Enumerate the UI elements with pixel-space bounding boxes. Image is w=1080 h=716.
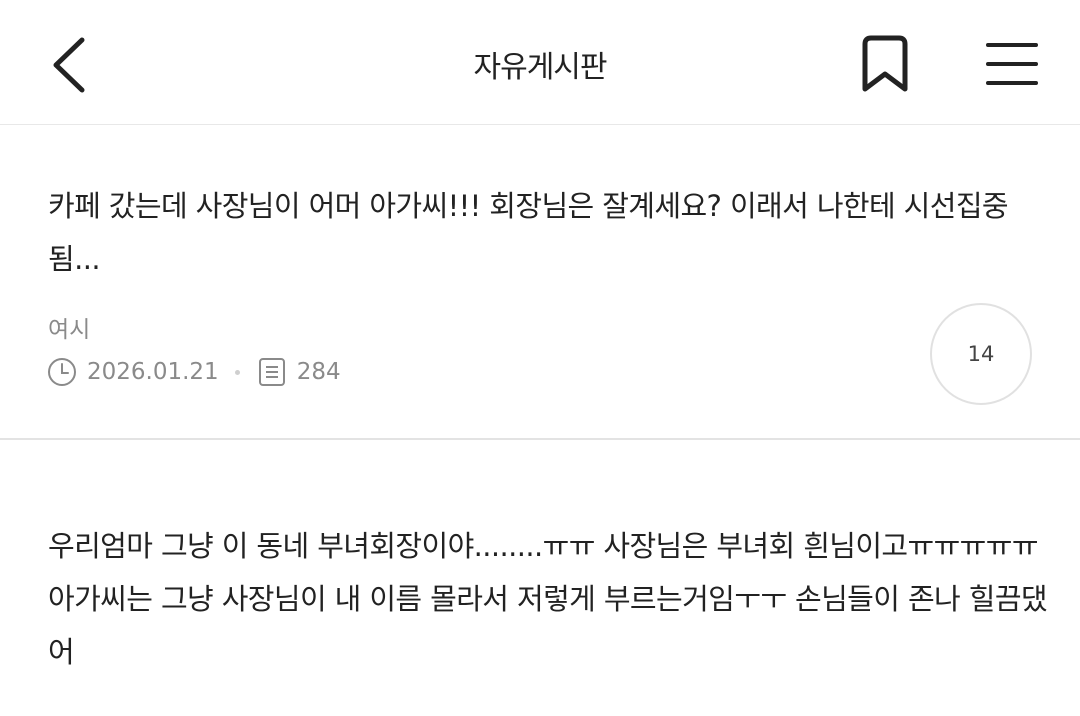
page-title: 자유게시판 xyxy=(473,50,608,85)
post-author: 여시 xyxy=(48,317,91,343)
comment-count-badge[interactable]: 14 xyxy=(930,303,1032,405)
view-count: 284 xyxy=(296,359,341,385)
post-item[interactable]: 카페 갔는데 사장님이 어머 아가씨!!! 회장님은 잘계세요? 이래서 나한테… xyxy=(0,126,1080,440)
clock-icon xyxy=(46,356,78,388)
separator-dot xyxy=(234,369,240,375)
bookmark-icon xyxy=(862,35,908,92)
post-date: 2026.01.21 xyxy=(87,359,219,385)
post-body: 카페 갔는데 사장님이 어머 아가씨!!! 회장님은 잘계세요? 이래서 나한테… xyxy=(48,189,1009,276)
hamburger-menu-icon xyxy=(986,43,1038,85)
post-meta: 2026.01.21 284 xyxy=(46,354,341,390)
top-app-bar: 자유게시판 xyxy=(0,0,1080,125)
document-icon xyxy=(256,356,288,388)
menu-button[interactable] xyxy=(978,30,1046,98)
bookmark-button[interactable] xyxy=(852,30,918,98)
post-body[interactable]: 우리엄마 그냥 이 동네 부녀회장이야........ㅠㅠ 사장님은 부녀회 흰… xyxy=(48,520,1048,679)
